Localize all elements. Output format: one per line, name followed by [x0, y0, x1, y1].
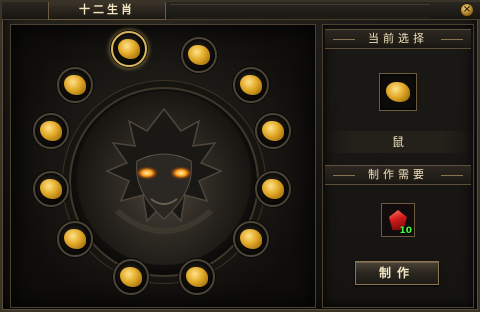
rabbit-icon — [262, 121, 284, 141]
current-selection-name: 鼠 — [325, 131, 471, 153]
tiger-icon — [240, 75, 262, 95]
zodiac-wheel — [10, 24, 316, 308]
goat-icon — [120, 267, 142, 287]
window-title: 十二生肖 — [48, 2, 166, 20]
zodiac-slot-rat[interactable] — [111, 31, 147, 67]
zodiac-slot-rabbit[interactable] — [255, 113, 291, 149]
dragon-emblem — [77, 91, 251, 265]
required-item-count: 10 — [399, 226, 412, 236]
rat-icon — [118, 39, 140, 59]
current-selection-slot — [379, 73, 417, 111]
dragon-icon — [262, 179, 284, 199]
monkey-icon — [64, 229, 86, 249]
detail-panel: 当前选择 鼠 制作需要 10 制作 — [322, 24, 474, 308]
dragon-icon — [105, 107, 223, 234]
zodiac-slot-dragon[interactable] — [255, 171, 291, 207]
zodiac-slot-dog[interactable] — [33, 113, 69, 149]
craft-button[interactable]: 制作 — [355, 261, 439, 285]
zodiac-slot-ox[interactable] — [181, 37, 217, 73]
rooster-icon — [40, 179, 62, 199]
horse-icon — [186, 267, 208, 287]
pig-icon — [64, 75, 86, 95]
zodiac-slot-tiger[interactable] — [233, 67, 269, 103]
required-item-slot[interactable]: 10 — [381, 203, 415, 237]
zodiac-slot-rooster[interactable] — [33, 171, 69, 207]
dog-icon — [40, 121, 62, 141]
snake-icon — [240, 229, 262, 249]
zodiac-slot-monkey[interactable] — [57, 221, 93, 257]
zodiac-window: 十二生肖 × 当前选择 鼠 制作需要 10 制作 — [0, 0, 480, 312]
requirements-header: 制作需要 — [325, 165, 471, 185]
zodiac-slot-pig[interactable] — [57, 67, 93, 103]
title-ornament — [170, 4, 430, 18]
ox-icon — [188, 45, 210, 65]
zodiac-slot-goat[interactable] — [113, 259, 149, 295]
close-button[interactable]: × — [460, 3, 474, 17]
rat-icon — [386, 82, 410, 102]
current-selection-header: 当前选择 — [325, 29, 471, 49]
zodiac-slot-snake[interactable] — [233, 221, 269, 257]
zodiac-slot-horse[interactable] — [179, 259, 215, 295]
